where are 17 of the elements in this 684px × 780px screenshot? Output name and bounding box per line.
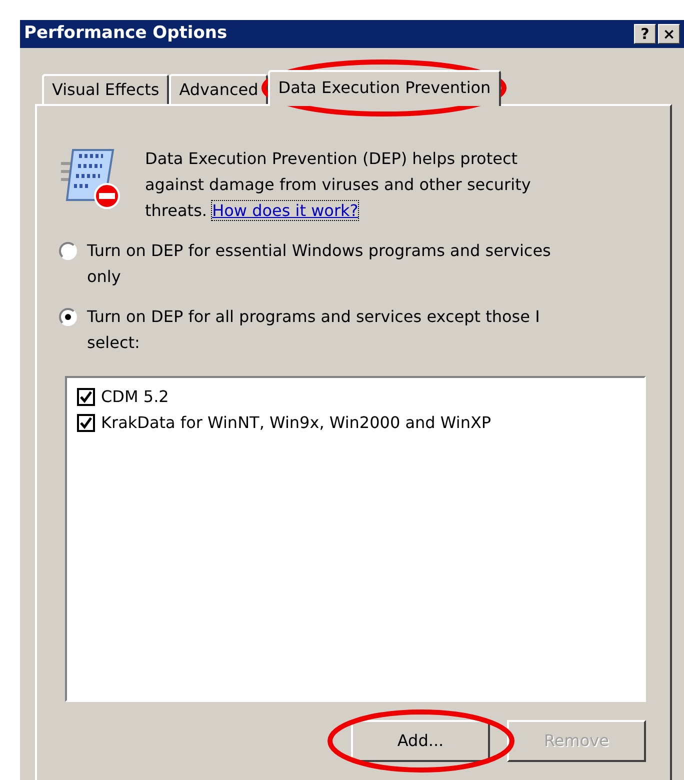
tab[interactable]: Data Execution Prevention: [268, 70, 501, 106]
help-button[interactable]: ?: [634, 24, 656, 44]
radio-button[interactable]: [59, 242, 77, 260]
radio-label: Turn on DEP for essential Windows programs and services only: [87, 240, 552, 288]
radio-button[interactable]: [59, 308, 77, 326]
checkbox[interactable]: [77, 414, 95, 432]
help-link[interactable]: How does it work?: [212, 201, 358, 220]
program-name: KrakData for WinNT, Win9x, Win2000 and WinXP: [101, 412, 492, 434]
window-title: Performance Options: [24, 22, 228, 46]
add-button[interactable]: Add...: [351, 720, 490, 762]
program-name: CDM 5.2: [101, 386, 169, 408]
radio-label: Turn on DEP for all programs and services except those I select:: [87, 306, 541, 354]
tab[interactable]: Advanced: [169, 74, 268, 104]
description-text: Data Execution Prevention (DEP) helps protect against damage from viruses and other security threats. How does it work?: [145, 148, 532, 222]
tab[interactable]: Visual Effects: [42, 74, 170, 104]
close-button[interactable]: ×: [658, 24, 680, 44]
checkbox[interactable]: [77, 388, 95, 406]
